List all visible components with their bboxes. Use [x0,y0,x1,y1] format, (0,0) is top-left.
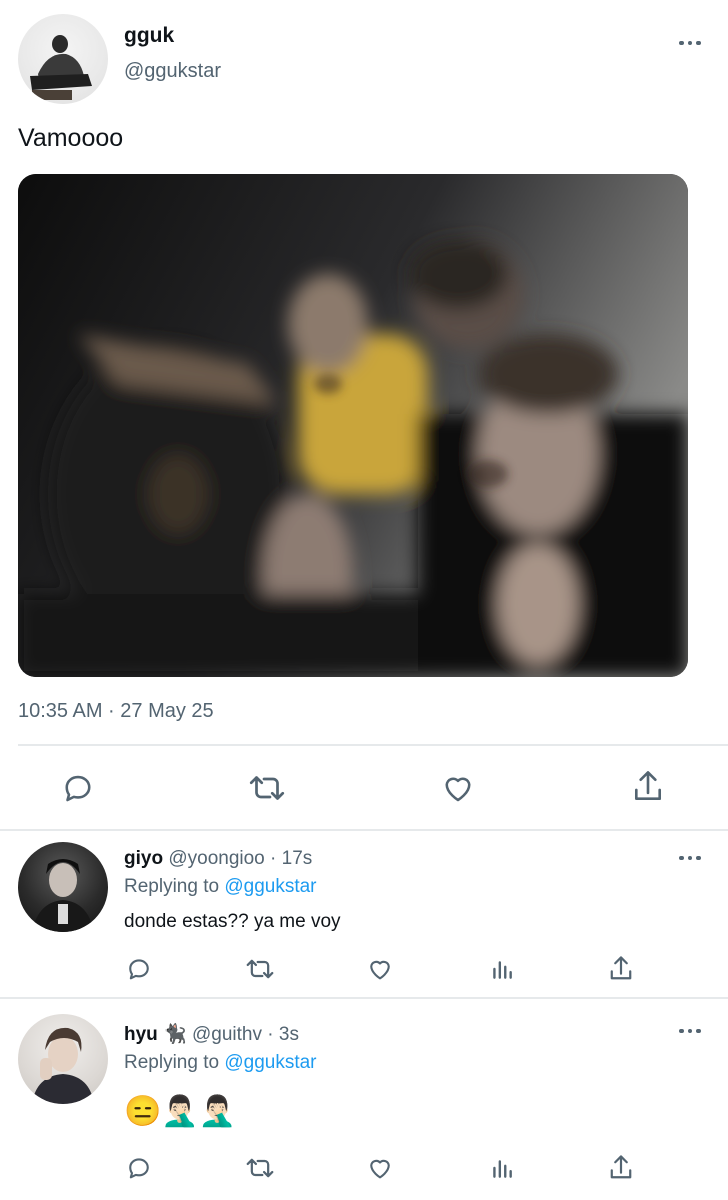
reply-like-button[interactable] [366,1154,396,1184]
share-icon [634,771,662,801]
retweet-icon [246,959,274,979]
reply-text: 😑🤦🏻‍♂️🤦🏻‍♂️ [124,1095,237,1128]
author-handle[interactable]: @ggukstar [124,60,221,83]
share-icon [610,956,632,980]
reply-retweet-button[interactable] [243,955,279,985]
reply-author-emoji: 🐈‍⬛ [163,1024,187,1045]
retweet-icon [246,1158,274,1178]
reply-analytics-button[interactable] [489,955,517,985]
reply-header: giyo @yoongioo · 17s [124,848,312,870]
reply-author-name[interactable]: hyu [124,1024,158,1045]
reply-share-button[interactable] [607,1153,637,1185]
replying-to-link[interactable]: @ggukstar [224,1052,316,1073]
reply-like-button[interactable] [366,955,396,985]
reply-context: Replying to @ggukstar [124,1052,317,1074]
more-dots-icon [679,855,701,861]
share-button[interactable] [630,768,670,806]
analytics-icon [493,1160,512,1178]
tweet-image[interactable] [18,174,688,677]
reply-text: donde estas?? ya me voy [124,911,341,932]
retweet-button[interactable] [245,770,293,806]
author-avatar-figure [30,35,92,100]
retweet-icon [249,776,285,800]
reply-icon [129,959,149,980]
share-icon [610,1155,632,1179]
like-icon [370,1159,390,1179]
more-dots-icon [679,40,701,46]
reply-icon [129,1158,149,1179]
reply-more-button[interactable] [670,845,710,871]
reply-icon [65,775,91,802]
replying-to-label: Replying to [124,876,220,897]
author-avatar[interactable] [18,14,108,104]
tweet-timestamp[interactable]: 10:35 AM · 27 May 25 [18,700,214,723]
author-name[interactable]: gguk [124,24,174,48]
more-dots-icon [679,1028,701,1034]
reply-reply-button[interactable] [125,1154,155,1184]
reply-author-handle[interactable]: @yoongioo · 17s [168,848,312,869]
reply-share-button[interactable] [607,954,637,986]
reply-avatar[interactable] [18,1014,108,1104]
reply-header: hyu 🐈‍⬛ @guithv · 3s [124,1022,299,1046]
reply-divider [0,997,728,999]
reply-retweet-button[interactable] [243,1154,279,1184]
analytics-icon [493,961,512,979]
reply-avatar-figure [32,1027,94,1104]
more-options-button[interactable] [670,30,710,56]
reply-context: Replying to @ggukstar [124,876,317,898]
replying-to-link[interactable]: @ggukstar [224,876,316,897]
like-icon [445,777,471,802]
reply-author-name[interactable]: giyo [124,848,163,869]
tweet-photo [18,174,688,677]
tweet-divider [0,829,728,831]
like-button[interactable] [440,770,480,806]
reply-button[interactable] [60,770,100,806]
reply-analytics-button[interactable] [489,1154,517,1184]
like-icon [370,960,390,980]
tweet-text: Vamoooo [18,124,124,152]
replying-to-label: Replying to [124,1052,220,1073]
stats-divider [18,744,728,746]
reply-avatar-figure [32,859,94,932]
reply-reply-button[interactable] [125,955,155,985]
reply-author-handle[interactable]: @guithv · 3s [192,1024,299,1045]
reply-more-button[interactable] [670,1018,710,1044]
reply-avatar[interactable] [18,842,108,932]
